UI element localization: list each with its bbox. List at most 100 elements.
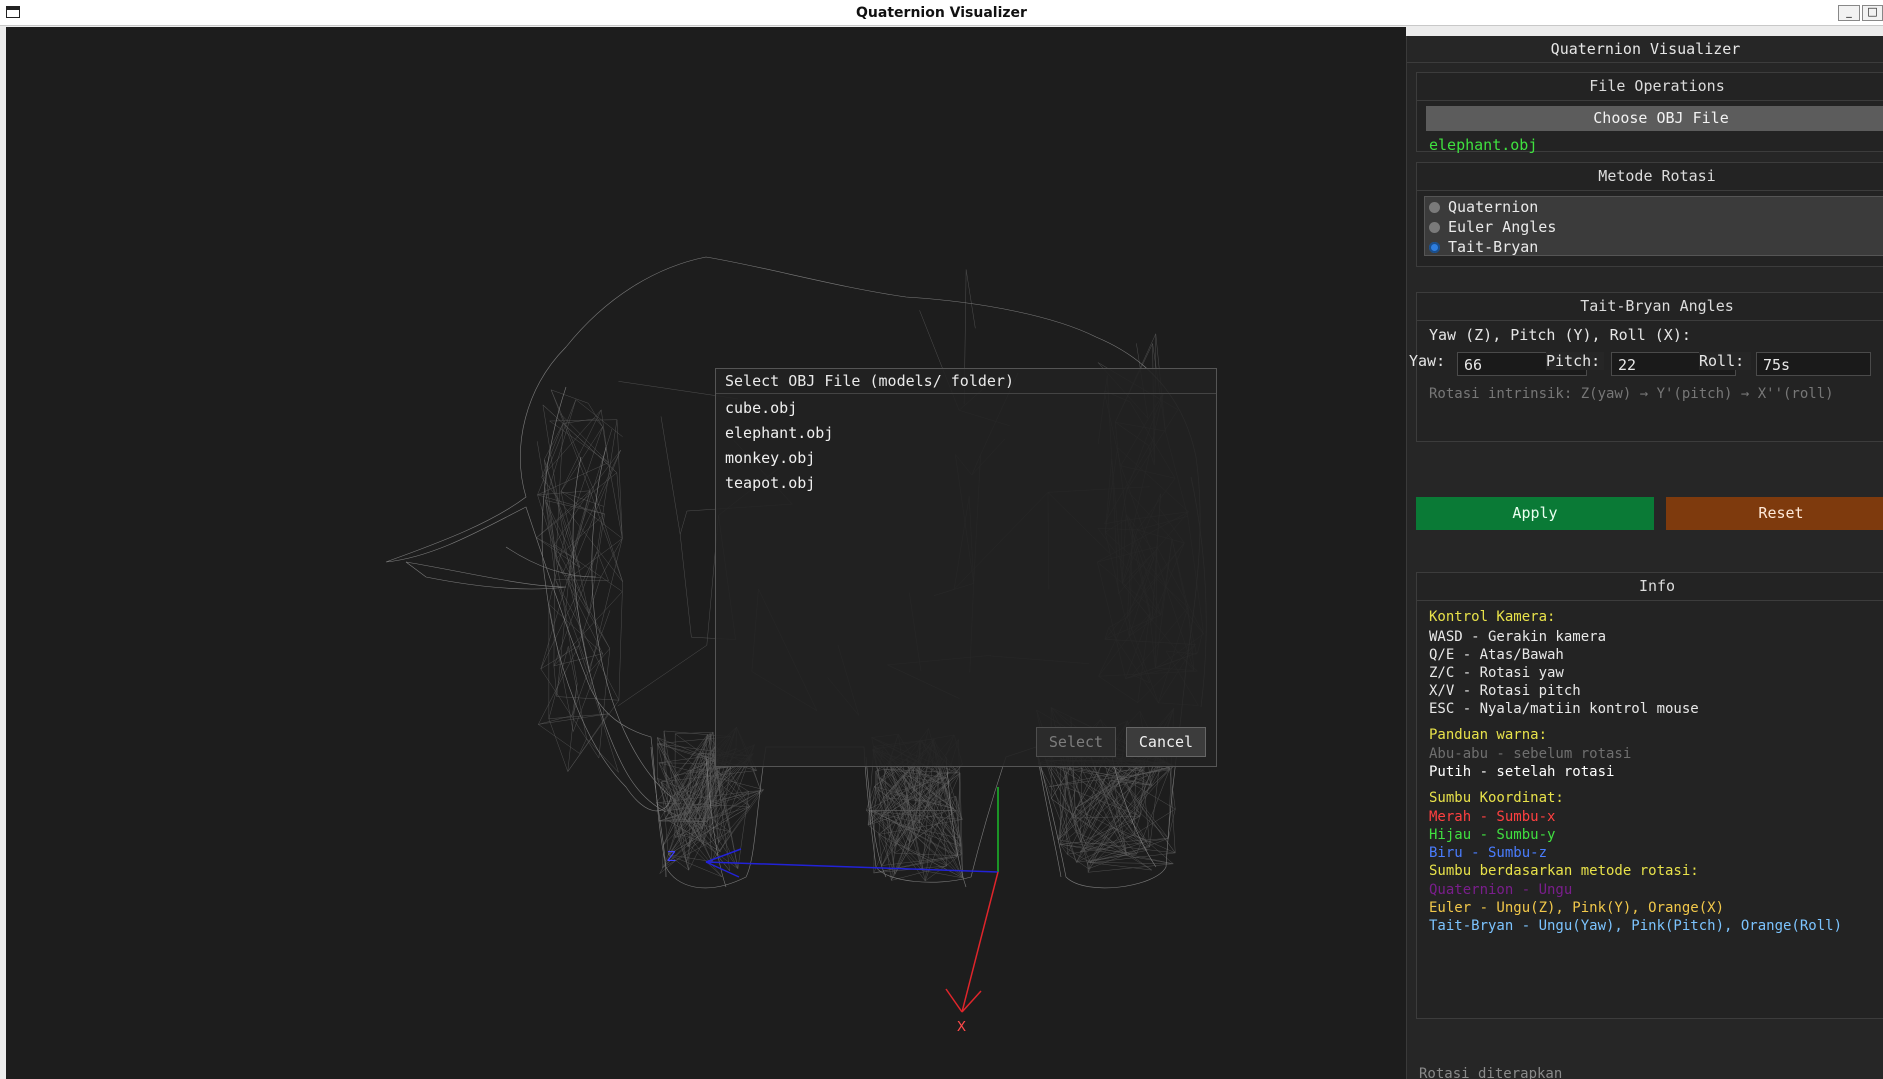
- window-titlebar: Quaternion Visualizer _ □: [0, 0, 1883, 26]
- mesh-edge: [538, 724, 580, 754]
- x-axis-label: X: [957, 1019, 966, 1036]
- mesh-edge: [562, 450, 621, 575]
- mesh-edge: [1088, 863, 1174, 873]
- tait-bryan-header: Tait-Bryan Angles: [1417, 293, 1883, 321]
- mesh-edge: [659, 840, 700, 874]
- control-panel: Quaternion Visualizer File Operations Ch…: [1406, 36, 1883, 1079]
- radio-euler-dot[interactable]: [1429, 222, 1440, 233]
- pitch-label: Pitch:: [1546, 352, 1604, 370]
- mesh-edge: [699, 840, 739, 869]
- mesh-edge: [537, 399, 577, 495]
- method-axes-title: Sumbu berdasarkan metode rotasi:: [1429, 863, 1699, 879]
- mesh-edge: [553, 665, 557, 697]
- method-quaternion-legend: Quaternion - Ungu: [1429, 882, 1573, 898]
- file-item-teapot[interactable]: teapot.obj: [725, 472, 815, 494]
- mesh-edge: [560, 491, 604, 507]
- mesh-edge: [965, 269, 976, 329]
- mesh-edge: [1142, 770, 1150, 847]
- mesh-edge: [594, 492, 623, 582]
- mesh-edge: [541, 423, 564, 478]
- mesh-edge: [544, 459, 557, 559]
- mesh-edge: [1080, 816, 1141, 843]
- radio-tait-bryan[interactable]: Tait-Bryan: [1429, 237, 1538, 257]
- mesh-edge: [586, 738, 619, 773]
- mesh-edge: [714, 806, 750, 818]
- mesh-edge: [656, 791, 749, 804]
- roll-input[interactable]: 75s: [1756, 352, 1871, 376]
- mesh-edge: [1064, 786, 1068, 855]
- mesh-edge: [572, 610, 611, 716]
- tait-bryan-subtitle: Yaw (Z), Pitch (Y), Roll (X):: [1429, 326, 1691, 344]
- mesh-edge: [617, 645, 707, 707]
- camera-controls-title: Kontrol Kamera:: [1429, 609, 1556, 625]
- mesh-edge: [679, 510, 688, 535]
- apply-button[interactable]: Apply: [1416, 497, 1654, 530]
- coordinate-axes-title: Sumbu Koordinat:: [1429, 790, 1564, 806]
- radio-tait-bryan-label: Tait-Bryan: [1448, 238, 1539, 256]
- choose-obj-file-button[interactable]: Choose OBJ File: [1426, 106, 1883, 131]
- mesh-edge: [550, 389, 591, 491]
- camera-line-wasd: WASD - Gerakin kamera: [1429, 629, 1607, 645]
- axis-z-legend: Biru - Sumbu-z: [1429, 845, 1548, 861]
- mesh-edge: [891, 831, 920, 881]
- mesh-edge: [563, 426, 603, 541]
- mesh-edge: [1060, 844, 1068, 855]
- info-header: Info: [1417, 573, 1883, 601]
- mesh-edge: [550, 389, 595, 493]
- mesh-edge: [1067, 838, 1169, 855]
- mesh-edge: [556, 696, 619, 701]
- mesh-edge: [1087, 862, 1174, 864]
- mesh-edge: [616, 419, 623, 539]
- file-item-monkey[interactable]: monkey.obj: [725, 447, 815, 469]
- intrinsic-rotation-note: Rotasi intrinsik: Z(yaw) → Y'(pitch) → X…: [1429, 386, 1834, 402]
- 3d-viewport[interactable]: Z X Select OBJ File (models/ folder) cub…: [6, 27, 1406, 1079]
- mesh-edge: [560, 414, 609, 463]
- current-file-label: elephant.obj: [1429, 136, 1538, 154]
- mesh-edge: [588, 513, 605, 615]
- dialog-divider: [716, 393, 1216, 394]
- camera-line-esc: ESC - Nyala/matiin kontrol mouse: [1429, 701, 1699, 717]
- method-tait-bryan-legend: Tait-Bryan - Ungu(Yaw), Pink(Pitch), Ora…: [1429, 918, 1843, 934]
- camera-line-qe: Q/E - Atas/Bawah: [1429, 647, 1564, 663]
- radio-quaternion[interactable]: Quaternion: [1429, 197, 1538, 217]
- rotation-method-header: Metode Rotasi: [1417, 163, 1883, 191]
- mesh-edge: [555, 579, 620, 701]
- mesh-edge: [618, 581, 623, 701]
- mesh-edge: [572, 683, 578, 716]
- mesh-edge: [616, 472, 623, 539]
- radio-euler-angles[interactable]: Euler Angles: [1429, 217, 1556, 237]
- mesh-edge: [555, 579, 609, 581]
- mesh-edge: [548, 718, 568, 772]
- mesh-edge: [588, 403, 603, 427]
- reset-button[interactable]: Reset: [1666, 497, 1883, 530]
- mesh-edge: [690, 766, 731, 771]
- color-guide-title: Panduan warna:: [1429, 727, 1548, 743]
- mesh-edge: [555, 558, 578, 684]
- info-section: Info Kontrol Kamera: WASD - Gerakin kame…: [1416, 572, 1883, 1019]
- mesh-edge: [589, 449, 621, 491]
- select-button[interactable]: Select: [1036, 727, 1116, 757]
- panel-title: Quaternion Visualizer: [1407, 36, 1883, 63]
- color-guide-before: Abu-abu - sebelum rotasi: [1429, 746, 1632, 762]
- radio-tait-bryan-dot[interactable]: [1429, 242, 1440, 253]
- minimize-button[interactable]: _: [1838, 5, 1860, 21]
- z-axis-label: Z: [667, 849, 676, 866]
- roll-label: Roll:: [1699, 352, 1751, 370]
- cancel-button[interactable]: Cancel: [1126, 727, 1206, 757]
- radio-quaternion-dot[interactable]: [1429, 202, 1440, 213]
- file-item-elephant[interactable]: elephant.obj: [725, 422, 833, 444]
- mesh-edge: [922, 870, 963, 879]
- axis-y-legend: Hijau - Sumbu-y: [1429, 827, 1556, 843]
- mesh-edge: [553, 544, 555, 666]
- file-item-cube[interactable]: cube.obj: [725, 397, 797, 419]
- mesh-edge: [1060, 757, 1062, 845]
- axis-x-legend: Merah - Sumbu-x: [1429, 809, 1556, 825]
- method-euler-legend: Euler - Ungu(Z), Pink(Y), Orange(X): [1429, 900, 1725, 916]
- mesh-edge: [536, 490, 591, 538]
- maximize-button[interactable]: □: [1862, 5, 1883, 21]
- mesh-edge: [555, 423, 564, 559]
- camera-line-xv: X/V - Rotasi pitch: [1429, 683, 1581, 699]
- mesh-edge: [560, 426, 603, 492]
- status-message: Rotasi diterapkan: [1419, 1066, 1563, 1079]
- mesh-edge: [551, 389, 589, 404]
